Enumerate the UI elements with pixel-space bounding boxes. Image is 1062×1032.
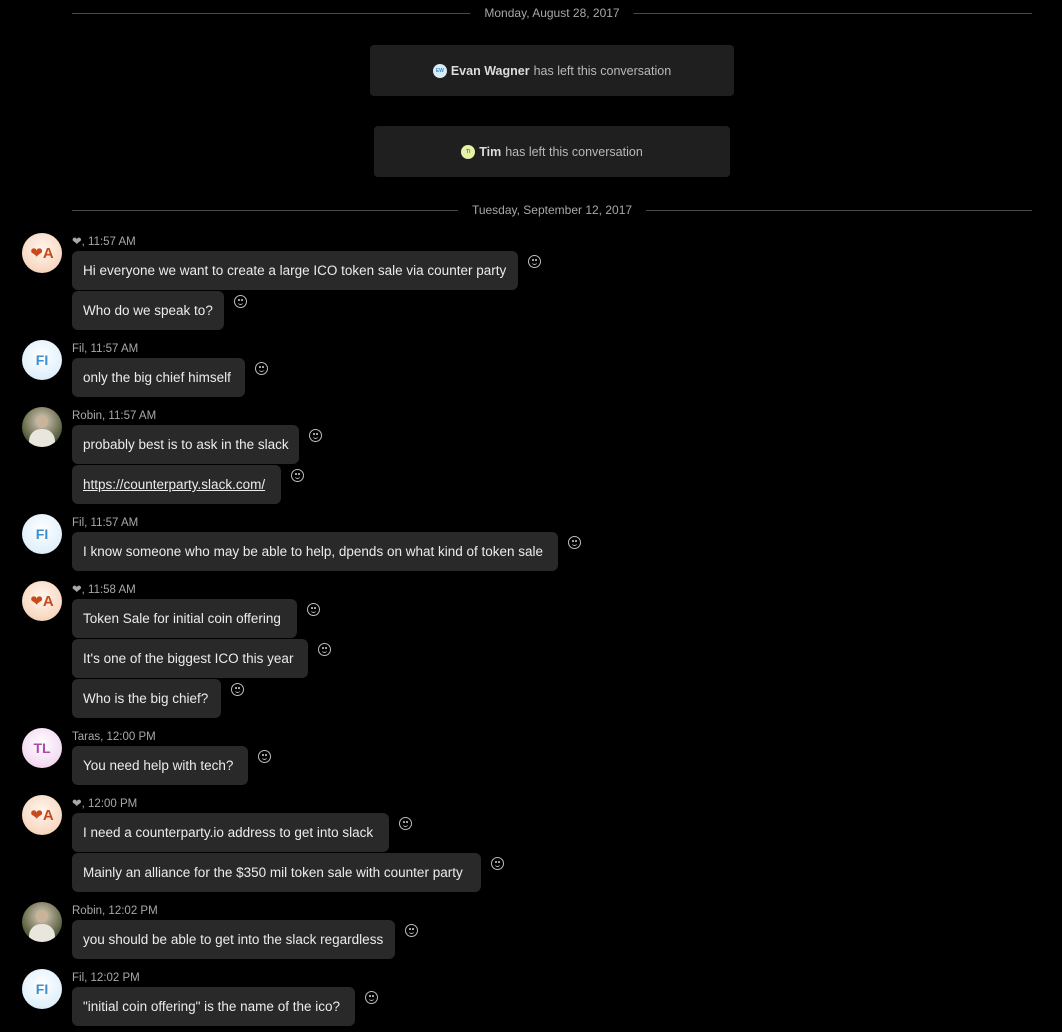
avatar: EW <box>432 63 447 78</box>
smiley-icon[interactable] <box>309 429 322 442</box>
smiley-icon[interactable] <box>258 750 271 763</box>
participant-name[interactable]: Tim <box>479 145 501 159</box>
avatar[interactable]: ❤A <box>22 233 62 273</box>
message-link[interactable]: https://counterparty.slack.com/ <box>83 477 265 492</box>
message-meta: Robin, 11:57 AM <box>72 410 157 422</box>
avatar[interactable] <box>22 902 62 942</box>
message-meta: ❤, 12:00 PM <box>72 798 138 810</box>
avatar: TI <box>461 144 476 159</box>
message-meta: Fil, 12:02 PM <box>72 972 140 984</box>
message-bubble[interactable]: "initial coin offering" is the name of t… <box>72 987 355 1026</box>
system-text: has left this conversation <box>505 144 643 159</box>
avatar[interactable]: ❤A <box>22 795 62 835</box>
message-bubble[interactable]: I know someone who may be able to help, … <box>72 532 558 571</box>
message-meta: Fil, 11:57 AM <box>72 343 139 355</box>
date-label: Monday, August 28, 2017 <box>470 6 634 20</box>
avatar[interactable] <box>22 407 62 447</box>
message-meta: Taras, 12:00 PM <box>72 731 156 743</box>
smiley-icon[interactable] <box>234 295 247 308</box>
message-bubble[interactable]: Who do we speak to? <box>72 291 224 330</box>
date-separator: Tuesday, September 12, 2017 <box>72 203 1032 217</box>
date-label: Tuesday, September 12, 2017 <box>457 203 647 217</box>
message-bubble[interactable]: It's one of the biggest ICO this year <box>72 639 308 678</box>
message-meta: ❤, 11:57 AM <box>72 236 136 248</box>
smiley-icon[interactable] <box>318 643 331 656</box>
message-bubble[interactable]: Hi everyone we want to create a large IC… <box>72 251 518 290</box>
avatar[interactable]: ❤A <box>22 581 62 621</box>
smiley-icon[interactable] <box>405 924 418 937</box>
avatar[interactable]: FI <box>22 514 62 554</box>
message-bubble[interactable]: you should be able to get into the slack… <box>72 920 395 959</box>
system-text: has left this conversation <box>533 63 672 78</box>
message-meta: Fil, 11:57 AM <box>72 517 139 529</box>
message-meta: ❤, 11:58 AM <box>72 584 136 596</box>
system-message: TI Tim has left this conversation <box>374 126 730 177</box>
smiley-icon[interactable] <box>231 683 244 696</box>
message-bubble[interactable]: Token Sale for initial coin offering <box>72 599 297 638</box>
message-bubble[interactable]: probably best is to ask in the slack <box>72 425 299 464</box>
avatar[interactable]: FI <box>22 969 62 1009</box>
message-bubble[interactable]: only the big chief himself <box>72 358 245 397</box>
smiley-icon[interactable] <box>255 362 268 375</box>
smiley-icon[interactable] <box>491 857 504 870</box>
smiley-icon[interactable] <box>365 991 378 1004</box>
date-separator: Monday, August 28, 2017 <box>72 6 1032 20</box>
avatar[interactable]: FI <box>22 340 62 380</box>
message-bubble[interactable]: You need help with tech? <box>72 746 248 785</box>
system-message: EW Evan Wagner has left this conversatio… <box>370 45 734 96</box>
message-meta: Robin, 12:02 PM <box>72 905 158 917</box>
smiley-icon[interactable] <box>399 817 412 830</box>
avatar[interactable]: TL <box>22 728 62 768</box>
message-bubble: https://counterparty.slack.com/ <box>72 465 281 504</box>
smiley-icon[interactable] <box>528 255 541 268</box>
smiley-icon[interactable] <box>291 469 304 482</box>
message-bubble[interactable]: Who is the big chief? <box>72 679 221 718</box>
avatar-photo-head <box>36 910 48 923</box>
avatar-photo-body <box>29 429 55 447</box>
participant-name[interactable]: Evan Wagner <box>451 64 530 78</box>
avatar-photo-body <box>29 924 55 942</box>
smiley-icon[interactable] <box>307 603 320 616</box>
avatar-photo-head <box>36 415 48 428</box>
smiley-icon[interactable] <box>568 536 581 549</box>
message-bubble[interactable]: Mainly an alliance for the $350 mil toke… <box>72 853 481 892</box>
message-bubble[interactable]: I need a counterparty.io address to get … <box>72 813 389 852</box>
